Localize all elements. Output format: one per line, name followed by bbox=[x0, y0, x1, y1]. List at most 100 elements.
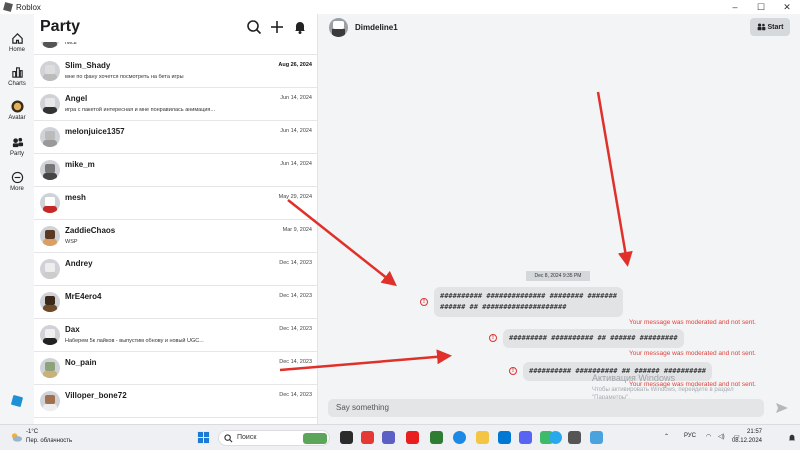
conversation-preview: игра с пакетой интересная и мне понравил… bbox=[65, 107, 215, 113]
discord-icon[interactable] bbox=[519, 431, 532, 444]
conversation-date: Jun 14, 2024 bbox=[280, 95, 312, 101]
activation-watermark-line: Чтобы активировать Windows, перейдите в … bbox=[592, 387, 734, 393]
conversation-preview: Наберем 5к лайков - выпустим обнову и но… bbox=[65, 338, 204, 344]
list-item[interactable]: mesh May 29, 2024 bbox=[34, 187, 317, 220]
yandex-browser-icon[interactable] bbox=[406, 431, 419, 444]
nav-home[interactable]: Home bbox=[0, 32, 34, 53]
roblox-studio-icon[interactable] bbox=[10, 394, 24, 408]
weather-condition: Пер. облачность bbox=[26, 438, 73, 444]
search-icon bbox=[224, 434, 233, 443]
edge-icon[interactable] bbox=[453, 431, 466, 444]
list-item[interactable]: Villoper_bone72 Dec 14, 2023 bbox=[34, 385, 317, 418]
weather-temperature: -1°C bbox=[26, 429, 39, 435]
maximize-icon[interactable]: ☐ bbox=[748, 0, 774, 14]
list-item[interactable]: mike_m Jun 14, 2024 bbox=[34, 154, 317, 187]
chat-contact-name[interactable]: Dimdeline1 bbox=[355, 23, 398, 32]
nav-party[interactable]: Party bbox=[0, 136, 34, 157]
send-icon[interactable] bbox=[775, 401, 789, 415]
taskbar-clock[interactable]: 21:57 08.12.2024 bbox=[732, 428, 762, 446]
message-text: ########## ############## ######## #####… bbox=[440, 292, 618, 300]
avatar-icon bbox=[10, 100, 24, 113]
list-item[interactable]: Andrey Dec 14, 2023 bbox=[34, 253, 317, 286]
mail-icon[interactable] bbox=[498, 431, 511, 444]
tray-chevron-icon[interactable]: ⌃ bbox=[664, 433, 669, 440]
avatar bbox=[40, 391, 60, 411]
list-item[interactable]: Slim_Shady мне по фану хочется посмотрет… bbox=[34, 55, 317, 88]
home-icon bbox=[11, 33, 23, 44]
party-header: Party bbox=[34, 14, 317, 42]
nav-more-label: More bbox=[10, 186, 24, 192]
message-bubble[interactable]: ########## ############## ######## #####… bbox=[434, 287, 624, 317]
avatar bbox=[40, 193, 60, 213]
app-icon[interactable] bbox=[590, 431, 603, 444]
list-item[interactable]: No_pain Dec 14, 2023 bbox=[34, 352, 317, 385]
conversation-date: Dec 14, 2023 bbox=[279, 359, 312, 365]
window-title: Roblox bbox=[16, 2, 41, 12]
window-controls: – ☐ ✕ bbox=[722, 0, 800, 14]
windows-start-icon[interactable] bbox=[197, 431, 210, 444]
party-icon bbox=[757, 23, 765, 31]
taskbar-search[interactable]: Поиск bbox=[218, 430, 330, 446]
avatar bbox=[40, 358, 60, 378]
avatar bbox=[40, 259, 60, 279]
close-icon[interactable]: ✕ bbox=[774, 0, 800, 14]
nav-home-label: Home bbox=[8, 47, 25, 53]
charts-icon bbox=[11, 67, 23, 78]
taskbar-search-label: Поиск bbox=[237, 434, 257, 441]
conversation-preview: мне по фану хочется посмотреть на бета и… bbox=[65, 74, 184, 80]
avatar bbox=[40, 325, 60, 345]
list-item[interactable]: Dax Наберем 5к лайков - выпустим обнову … bbox=[34, 319, 317, 352]
nav-more[interactable]: More bbox=[0, 171, 34, 192]
notification-bell-icon[interactable] bbox=[788, 434, 796, 442]
task-view-icon[interactable] bbox=[340, 431, 353, 444]
party-panel: пись Slim_Shady мне по фану хочется посм… bbox=[34, 14, 318, 424]
teams-icon[interactable] bbox=[382, 431, 395, 444]
window-titlebar: Roblox – ☐ ✕ bbox=[0, 0, 800, 14]
yandex-icon[interactable] bbox=[361, 431, 374, 444]
conversation-preview: WSP bbox=[65, 239, 78, 245]
language-indicator[interactable]: РУС bbox=[684, 433, 696, 439]
nav-party-label: Party bbox=[9, 151, 24, 157]
message-text: ###### ## #################### bbox=[440, 303, 567, 311]
chat-panel: Dimdeline1 Start Dec 8, 2024 9:35 PM ! #… bbox=[318, 14, 800, 424]
conversation-name: Slim_Shady bbox=[65, 61, 111, 70]
conversation-date: Jun 14, 2024 bbox=[280, 161, 312, 167]
list-item[interactable]: MrE4ero4 Dec 14, 2023 bbox=[34, 286, 317, 319]
more-icon bbox=[11, 171, 23, 184]
add-icon[interactable] bbox=[269, 19, 285, 35]
avatar bbox=[40, 160, 60, 180]
page-title: Party bbox=[40, 18, 81, 35]
wifi-icon[interactable]: ◠ bbox=[706, 433, 711, 440]
nav-avatar[interactable]: Avatar bbox=[0, 100, 34, 121]
app-icon[interactable] bbox=[430, 431, 443, 444]
avatar[interactable] bbox=[329, 18, 348, 37]
message-input[interactable]: Say something bbox=[328, 399, 764, 417]
activation-watermark-title: Активация Windows bbox=[592, 373, 675, 383]
list-item[interactable]: melonjuice1357 Jun 14, 2024 bbox=[34, 121, 317, 154]
message-bubble[interactable]: ######### ########## ## ###### ######### bbox=[503, 329, 684, 348]
search-icon[interactable] bbox=[246, 19, 262, 35]
warning-icon: ! bbox=[489, 334, 497, 342]
conversation-date: Jun 14, 2024 bbox=[280, 128, 312, 134]
clock-date: 08.12.2024 bbox=[731, 438, 762, 444]
file-explorer-icon[interactable] bbox=[476, 431, 489, 444]
conversation-name: ZaddieChaos bbox=[65, 226, 116, 235]
clock-time: 21:57 bbox=[746, 429, 762, 435]
list-item[interactable]: Angel игра с пакетой интересная и мне по… bbox=[34, 88, 317, 121]
nav-charts-label: Charts bbox=[8, 81, 26, 87]
message-input-placeholder: Say something bbox=[336, 403, 389, 412]
bell-icon[interactable] bbox=[292, 19, 308, 35]
roblox-taskbar-icon[interactable] bbox=[568, 431, 581, 444]
start-button-label: Start bbox=[767, 23, 784, 31]
telegram-icon[interactable] bbox=[549, 431, 562, 444]
conversation-date: Aug 26, 2024 bbox=[278, 62, 312, 68]
minimize-icon[interactable]: – bbox=[722, 0, 748, 14]
moderation-notice: Your message was moderated and not sent. bbox=[629, 319, 756, 326]
date-separator: Dec 8, 2024 9:35 PM bbox=[526, 271, 590, 281]
message-text: ######### ########## ## ###### ######### bbox=[509, 334, 678, 342]
nav-charts[interactable]: Charts bbox=[0, 66, 34, 87]
list-item[interactable]: ZaddieChaos WSP Mar 9, 2024 bbox=[34, 220, 317, 253]
warning-icon: ! bbox=[420, 298, 428, 306]
start-party-button[interactable]: Start bbox=[750, 18, 790, 36]
volume-icon[interactable]: ◁) bbox=[718, 433, 725, 440]
